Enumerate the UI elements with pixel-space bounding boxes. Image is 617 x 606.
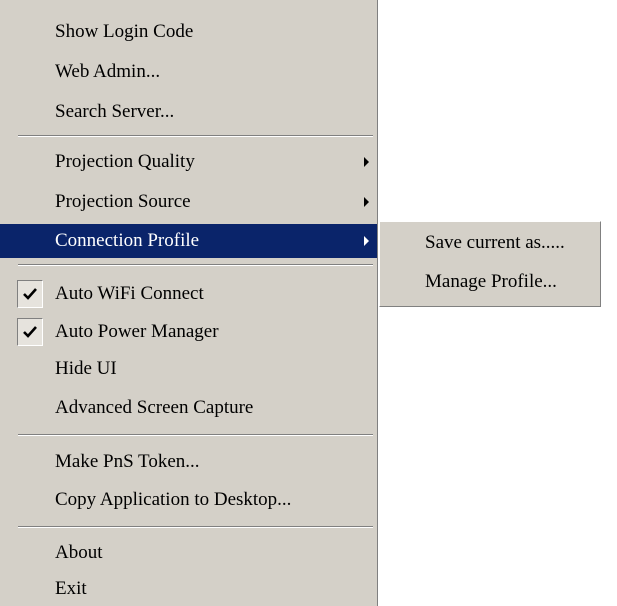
submenu-arrow-icon [364,197,369,207]
submenu-arrow-icon [364,157,369,167]
menu-separator [18,135,373,137]
menu-item-auto-power-manager[interactable]: Auto Power Manager [0,315,377,349]
menu-item-label: Copy Application to Desktop... [55,489,292,510]
menu-item-label: Projection Quality [55,151,195,172]
menu-item-label: Projection Source [55,191,191,212]
menu-item-label: Hide UI [55,358,117,379]
menu-separator [18,264,373,266]
menu-item-label: Search Server... [55,101,175,122]
menu-item-hide-ui[interactable]: Hide UI [0,352,377,386]
menu-item-web-admin[interactable]: Web Admin... [0,55,377,89]
menu-item-label: Auto Power Manager [55,321,219,342]
menu-item-label: Show Login Code [55,21,194,42]
check-icon [17,280,43,308]
submenu-item-manage-profile[interactable]: Manage Profile... [380,267,600,297]
menu-item-copy-application-to-desktop[interactable]: Copy Application to Desktop... [0,483,377,517]
submenu-arrow-icon [364,236,369,246]
menu-item-label: About [55,542,103,563]
menu-separator [18,526,373,528]
menu-item-connection-profile[interactable]: Connection Profile [0,224,377,258]
submenu-item-label: Manage Profile... [425,271,557,292]
menu-separator [18,434,373,436]
context-menu: Show Login Code Web Admin... Search Serv… [0,0,378,606]
menu-item-show-login-code[interactable]: Show Login Code [0,15,377,49]
menu-item-auto-wifi-connect[interactable]: Auto WiFi Connect [0,277,377,311]
menu-item-label: Auto WiFi Connect [55,283,204,304]
menu-item-about[interactable]: About [0,536,377,570]
connection-profile-submenu: Save current as..... Manage Profile... [379,221,601,307]
menu-item-advanced-screen-capture[interactable]: Advanced Screen Capture [0,391,377,425]
menu-item-search-server[interactable]: Search Server... [0,95,377,129]
menu-item-label: Connection Profile [55,230,200,251]
menu-item-label: Exit [55,578,87,599]
menu-item-projection-source[interactable]: Projection Source [0,185,377,219]
submenu-item-save-current-as[interactable]: Save current as..... [380,228,600,258]
menu-item-label: Advanced Screen Capture [55,397,254,418]
menu-item-label: Web Admin... [55,61,161,82]
menu-item-exit[interactable]: Exit [0,572,377,606]
menu-item-label: Make PnS Token... [55,451,200,472]
menu-item-make-pns-token[interactable]: Make PnS Token... [0,445,377,479]
check-icon [17,318,43,346]
submenu-item-label: Save current as..... [425,232,565,253]
menu-item-projection-quality[interactable]: Projection Quality [0,145,377,179]
